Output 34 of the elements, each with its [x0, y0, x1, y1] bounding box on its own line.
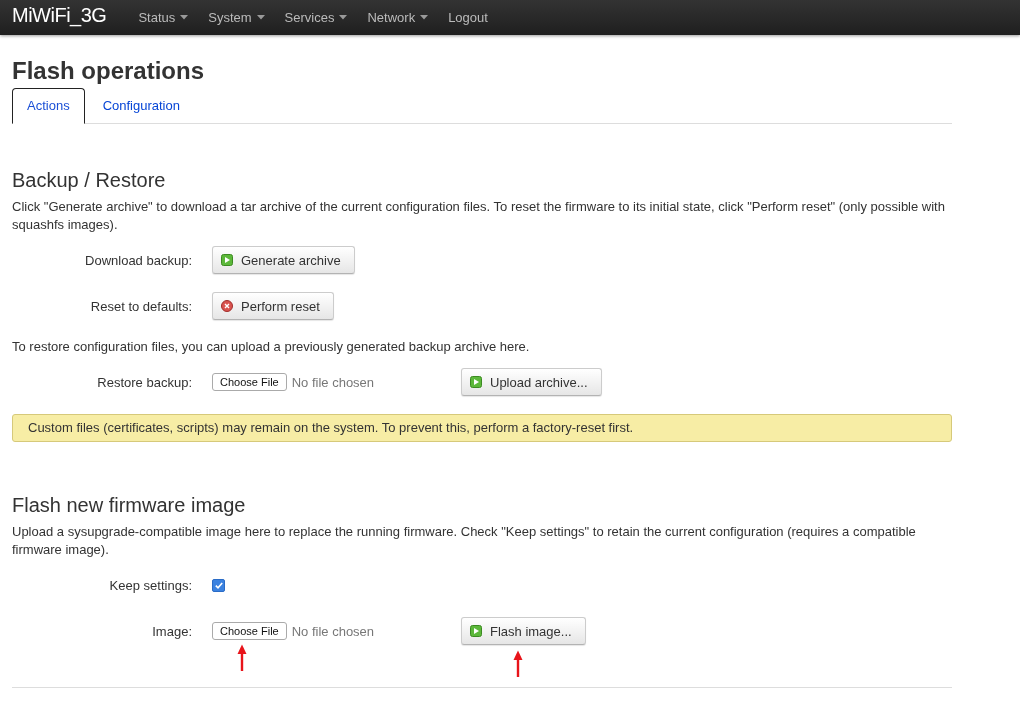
menu-item[interactable]: System	[198, 10, 275, 25]
caret-icon	[180, 15, 189, 20]
field-label: Restore backup:	[96, 374, 193, 390]
menu-item[interactable]: Network	[357, 10, 439, 25]
description-text: To restore configuration files, you can upload a previously generated backup archive here.	[12, 338, 531, 356]
menu-item[interactable]: Status	[128, 10, 199, 25]
brand-link[interactable]: MiWiFi_3G	[12, 4, 107, 31]
action-button[interactable]: Perform reset	[212, 292, 334, 320]
tab[interactable]: Actions	[12, 88, 85, 124]
tab[interactable]: Configuration	[84, 88, 198, 124]
action-button[interactable]: Generate archive	[212, 246, 355, 274]
menu-item[interactable]: Logout	[438, 10, 498, 25]
caret-icon	[339, 15, 348, 20]
field-label: Keep settings:	[108, 577, 193, 593]
page-title: Flash operations	[12, 57, 206, 85]
choose-file-button[interactable]: Choose File	[212, 622, 287, 640]
caret-icon	[420, 15, 429, 20]
file-status: No file chosen	[291, 374, 375, 390]
caret-icon	[256, 15, 265, 20]
menu-item[interactable]: Services	[274, 10, 358, 25]
description-text: Upload a sysupgrade-compatible image here to replace the running firmware. Check "Keep settings" to retain the current configuration (requires a compatible firmware image).	[12, 523, 917, 559]
description-text: Click "Generate archive" to download a tar archive of the current configuration files. To reset the firmware to its initial state, click "Perform reset" (only possible with squashfs images).	[12, 198, 946, 234]
action-button[interactable]: Flash image...	[461, 617, 586, 645]
section-title: Flash new firmware image	[12, 494, 247, 517]
field-label: Reset to defaults:	[89, 298, 193, 314]
field-label: Download backup:	[84, 252, 193, 268]
file-status: No file chosen	[291, 623, 375, 639]
checkbox[interactable]	[212, 578, 225, 592]
action-button[interactable]: Upload archive...	[461, 368, 602, 396]
check-icon	[214, 581, 223, 589]
section-title: Backup / Restore	[12, 169, 167, 192]
choose-file-button[interactable]: Choose File	[212, 373, 287, 391]
field-label: Image:	[151, 623, 193, 639]
warning-notice: Custom files (certificates, scripts) may remain on the system. To prevent this, perform a factory-reset first.	[12, 414, 952, 442]
